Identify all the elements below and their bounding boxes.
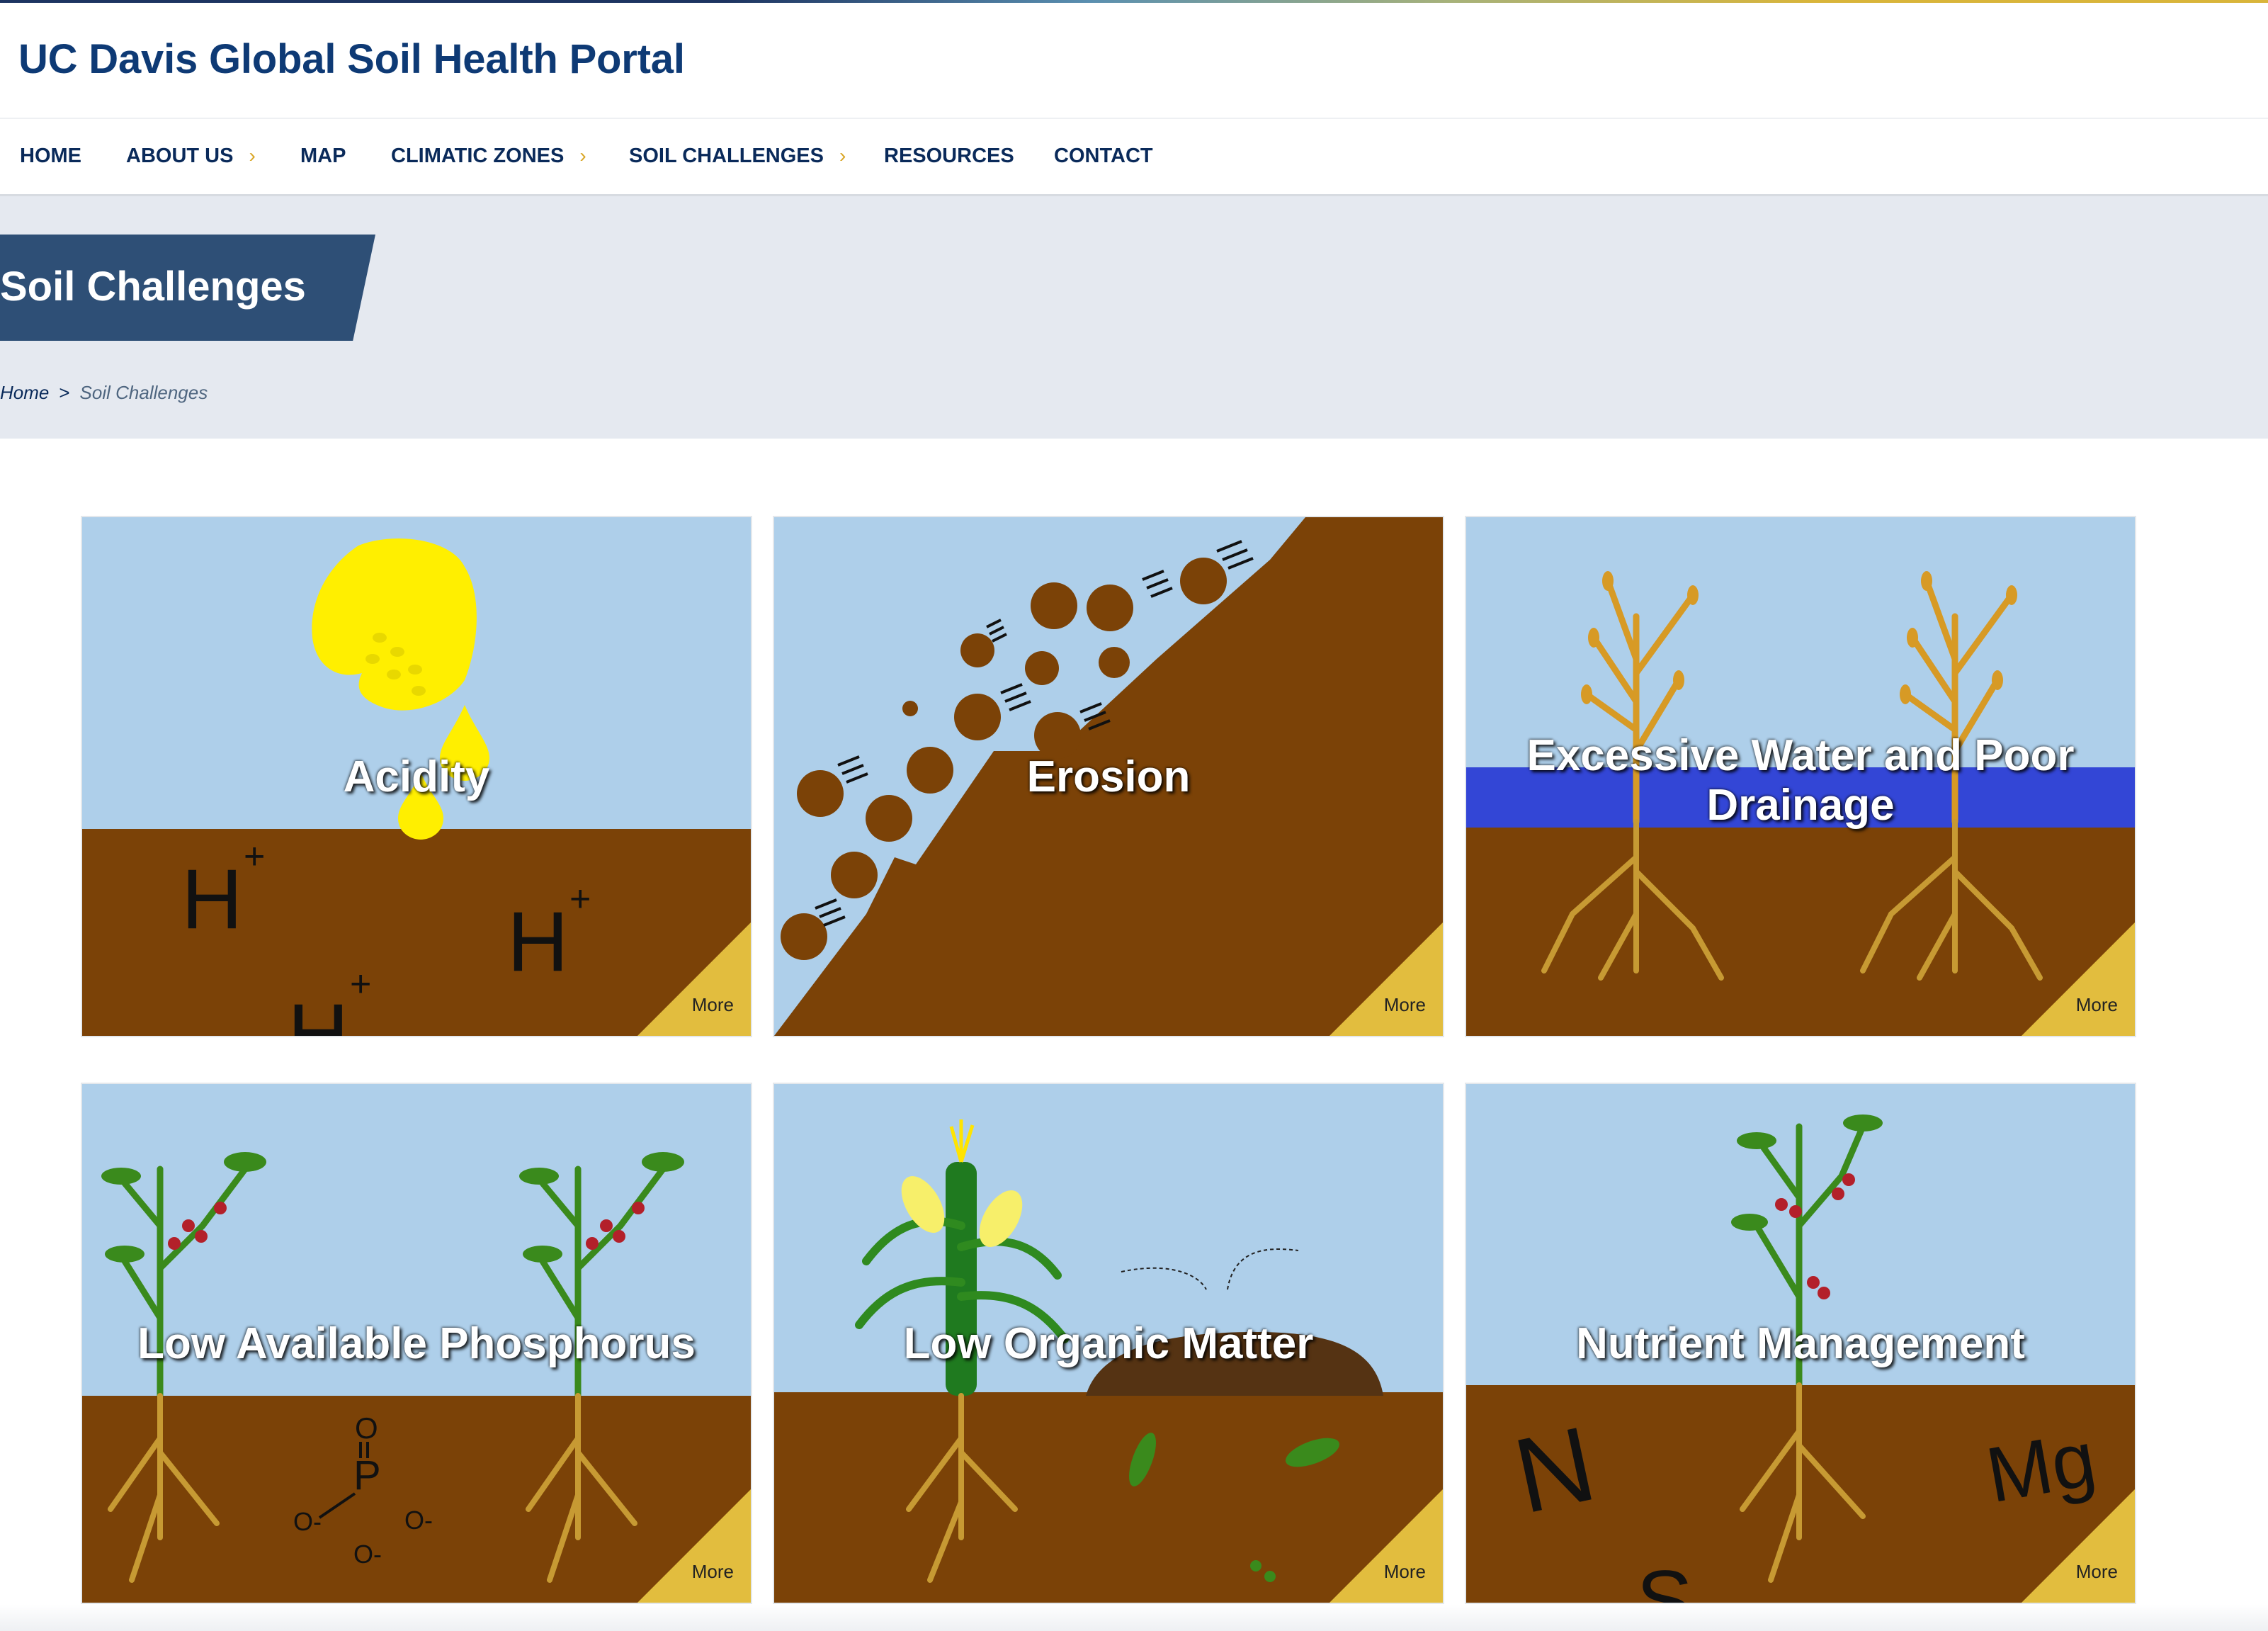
card-title: Low Organic Matter xyxy=(903,1319,1314,1368)
phosphate-p-label: P xyxy=(353,1452,381,1499)
card-title: Excessive Water and Poor Drainage xyxy=(1526,731,2075,830)
site-header: UC Davis Global Soil Health Portal xyxy=(0,3,2268,118)
nav-map[interactable]: MAP xyxy=(300,145,346,168)
h-ion-label-3: H xyxy=(288,986,349,1036)
more-link[interactable]: More xyxy=(692,1561,734,1583)
breadcrumb-separator: > xyxy=(59,382,70,403)
breadcrumb-current: Soil Challenges xyxy=(79,382,208,403)
nav-about-us-label: ABOUT US xyxy=(126,145,234,167)
more-link[interactable]: More xyxy=(2076,1561,2118,1583)
nav-resources[interactable]: RESOURCES xyxy=(884,145,1014,168)
main-nav: HOME ABOUT US › MAP CLIMATIC ZONES › SOIL … xyxy=(0,119,2268,196)
card-title: Low Available Phosphorus xyxy=(137,1319,696,1368)
page-title: Soil Challenges xyxy=(0,264,306,310)
sulfur-label: S xyxy=(1636,1553,1693,1603)
nav-map-label: MAP xyxy=(300,145,346,167)
h-ion-charge-3: + xyxy=(350,964,371,1005)
phosphate-o-label-2: O- xyxy=(404,1506,433,1535)
site-title-link[interactable]: UC Davis Global Soil Health Portal xyxy=(18,35,685,83)
chevron-right-icon: › xyxy=(839,145,846,167)
h-ion-charge-2: + xyxy=(569,879,591,920)
card-title: Nutrient Management xyxy=(1576,1319,2025,1368)
phosphate-o-label-1: O- xyxy=(293,1507,322,1536)
card-erosion[interactable]: Erosion More xyxy=(774,517,1443,1036)
card-title: Erosion xyxy=(1026,752,1191,801)
nav-home[interactable]: HOME xyxy=(20,145,81,168)
card-nutrient-management[interactable]: N S Mg Nutrient Management More xyxy=(1466,1084,2135,1603)
nav-climatic-zones-label: CLIMATIC ZONES xyxy=(391,145,565,167)
h-ion-label-1: H xyxy=(181,852,243,947)
more-link[interactable]: More xyxy=(692,994,734,1016)
breadcrumb-home-link[interactable]: Home xyxy=(0,382,49,403)
nav-climatic-zones[interactable]: CLIMATIC ZONES › xyxy=(391,145,586,168)
magnesium-label: Mg xyxy=(1980,1415,2102,1520)
card-low-organic-matter[interactable]: Low Organic Matter More xyxy=(774,1084,1443,1603)
nav-contact[interactable]: CONTACT xyxy=(1054,145,1153,168)
page-bottom-fade xyxy=(0,1604,2268,1631)
chevron-right-icon: › xyxy=(249,145,256,167)
h-ion-label-2: H xyxy=(507,894,569,989)
breadcrumb: Home > Soil Challenges xyxy=(0,382,208,404)
chevron-right-icon: › xyxy=(579,145,586,167)
phosphate-o-label-3: O- xyxy=(353,1540,382,1569)
card-excessive-water[interactable]: Excessive Water and Poor Drainage More xyxy=(1466,517,2135,1036)
nav-home-label: HOME xyxy=(20,145,81,167)
page-title-banner: Soil Challenges xyxy=(0,235,375,341)
nav-resources-label: RESOURCES xyxy=(884,145,1014,167)
more-link[interactable]: More xyxy=(1384,1561,1426,1583)
nav-contact-label: CONTACT xyxy=(1054,145,1153,167)
nav-soil-challenges-label: SOIL CHALLENGES xyxy=(629,145,824,167)
card-title: Acidity xyxy=(343,752,490,801)
page-hero: Soil Challenges Home > Soil Challenges xyxy=(0,196,2268,439)
nav-about-us[interactable]: ABOUT US › xyxy=(126,145,256,168)
more-link[interactable]: More xyxy=(1384,994,1426,1016)
card-low-phosphorus[interactable]: O P O- O- O- Low Available Phosphorus Mo… xyxy=(82,1084,751,1603)
h-ion-charge-1: + xyxy=(244,836,265,877)
phosphate-oxygen-label: O xyxy=(355,1411,378,1445)
more-link[interactable]: More xyxy=(2076,994,2118,1016)
nav-soil-challenges[interactable]: SOIL CHALLENGES › xyxy=(629,145,846,168)
card-acidity[interactable]: H + H + H + Acidity More xyxy=(82,517,751,1036)
